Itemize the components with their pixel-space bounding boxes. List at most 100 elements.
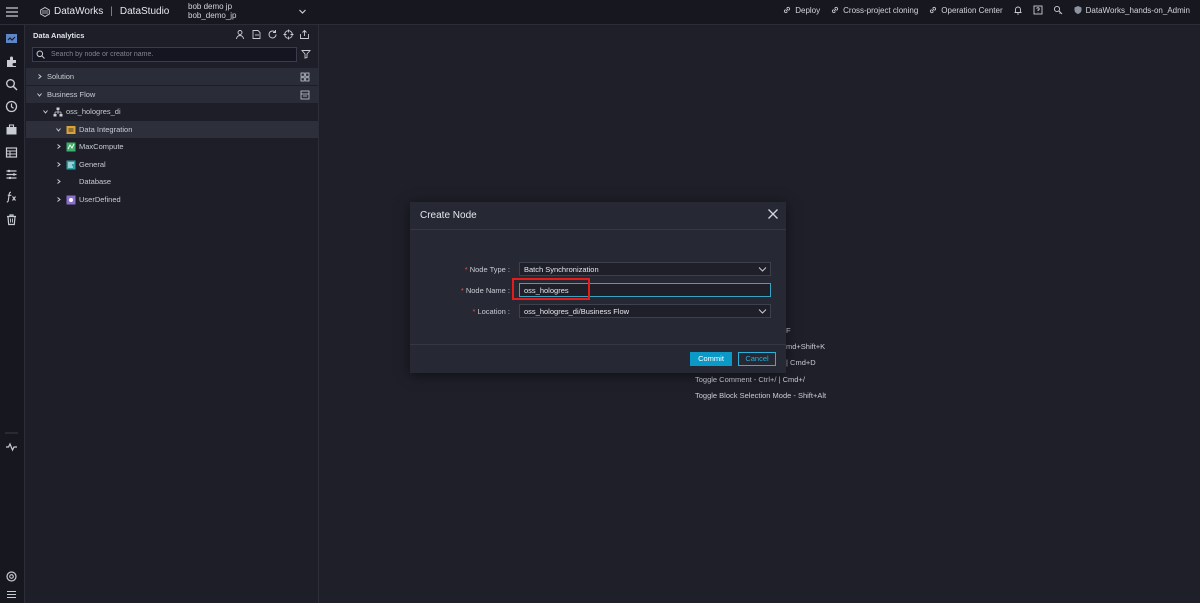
filter-icon[interactable] — [301, 49, 311, 59]
deploy-link[interactable]: Deploy — [782, 5, 820, 15]
shield-icon — [1074, 6, 1082, 14]
link-icon — [784, 6, 791, 14]
close-icon[interactable] — [767, 208, 779, 220]
tree-item-general[interactable]: General — [26, 156, 318, 173]
help-icon[interactable] — [1033, 5, 1043, 15]
brand-name: DataWorks — [54, 6, 104, 17]
clock-icon[interactable] — [5, 100, 18, 113]
dialog-title: Create Node — [420, 210, 477, 221]
tree-item-data-integration[interactable]: Data Integration — [26, 121, 318, 138]
locate-icon[interactable] — [283, 29, 294, 40]
search-input[interactable] — [51, 48, 291, 61]
tree-item-business-flow[interactable]: Business Flow — [26, 86, 318, 103]
panel-toolbar — [235, 29, 310, 40]
tree-item-label: Database — [79, 177, 112, 186]
search-icon[interactable] — [5, 78, 18, 91]
required-mark: * — [472, 307, 476, 316]
required-mark: * — [460, 286, 464, 295]
node-type-value: Batch Synchronization — [524, 265, 599, 274]
tree-item-workflow[interactable]: oss_hologres_di — [26, 103, 318, 120]
top-nav: Deploy Cross-project cloning Operation C… — [782, 5, 1190, 15]
puzzle-icon[interactable] — [5, 55, 18, 68]
node-type-select[interactable]: Batch Synchronization — [519, 262, 771, 276]
userdefined-icon — [66, 195, 76, 204]
trash-icon[interactable] — [5, 213, 18, 226]
grid-icon[interactable] — [300, 72, 310, 82]
list-icon[interactable] — [300, 90, 310, 100]
tree-item-solution[interactable]: Solution — [26, 68, 318, 85]
data-analytics-icon[interactable] — [5, 32, 18, 45]
deploy-label: Deploy — [795, 5, 821, 15]
node-type-label: * Node Type : — [410, 265, 510, 274]
list-settings-icon[interactable] — [5, 168, 18, 181]
workspace-selector[interactable]: bob demo jp bob_demo_jp — [188, 2, 236, 20]
cancel-button[interactable]: Cancel — [738, 352, 776, 366]
user-menu[interactable]: DataWorks_hands-on_Admin — [1073, 5, 1190, 15]
brand[interactable]: DataWorks | DataStudio — [40, 6, 169, 17]
bell-icon[interactable] — [1013, 5, 1023, 15]
pulse-icon[interactable] — [5, 440, 18, 453]
collapse-menu-icon[interactable] — [5, 588, 18, 601]
search-icon — [36, 50, 45, 59]
tree-item-database[interactable]: Database — [26, 173, 318, 190]
dialog-divider — [410, 344, 786, 345]
shortcut-hint: F — [786, 326, 791, 335]
tree-item-label: General — [79, 160, 106, 169]
chevron-right-icon[interactable] — [55, 161, 62, 168]
menu-icon[interactable] — [5, 5, 19, 19]
location-value: oss_hologres_di/Business Flow — [524, 307, 630, 316]
cross-project-label: Cross-project cloning — [843, 5, 919, 15]
function-icon[interactable] — [5, 190, 18, 203]
required-mark: * — [464, 265, 468, 274]
link-icon — [832, 6, 839, 14]
import-icon[interactable] — [251, 29, 262, 40]
tree-item-label: Solution — [47, 72, 75, 81]
tree-item-userdefined[interactable]: UserDefined — [26, 191, 318, 208]
tree-item-label: Business Flow — [47, 90, 96, 99]
chevron-down-icon[interactable] — [298, 7, 307, 16]
left-rail — [0, 25, 25, 603]
chevron-down-icon[interactable] — [42, 108, 49, 115]
user-filter-icon[interactable] — [235, 29, 246, 40]
chevron-right-icon[interactable] — [55, 196, 62, 203]
chevron-right-icon[interactable] — [55, 143, 62, 150]
annotation-highlight-box — [512, 278, 590, 300]
operation-center-label: Operation Center — [941, 5, 1003, 15]
chevron-down-icon[interactable] — [55, 126, 62, 133]
key-search-icon[interactable] — [1053, 5, 1063, 15]
node-name-label: * Node Name : — [410, 286, 510, 295]
search-box — [32, 47, 297, 62]
chevron-right-icon[interactable] — [55, 178, 62, 185]
tree-item-maxcompute[interactable]: MaxCompute — [26, 138, 318, 155]
table-icon[interactable] — [5, 146, 18, 159]
top-bar: DataWorks | DataStudio bob demo jp bob_d… — [0, 0, 1200, 25]
chevron-down-icon — [758, 309, 767, 314]
shortcut-hint: md+Shift+K — [786, 342, 826, 351]
data-integration-icon — [66, 125, 76, 134]
briefcase-icon[interactable] — [5, 123, 18, 136]
link-icon — [930, 6, 937, 14]
export-icon[interactable] — [299, 29, 310, 40]
location-label: * Location : — [410, 307, 510, 316]
chevron-down-icon[interactable] — [36, 91, 43, 98]
dataworks-logo-icon — [40, 6, 50, 17]
general-icon — [66, 160, 76, 169]
tree-item-label: Data Integration — [79, 125, 133, 134]
tree-item-label: oss_hologres_di — [66, 107, 121, 116]
label-text: Location : — [477, 307, 510, 316]
shortcut-hint: | Cmd+D — [786, 358, 816, 367]
cross-project-link[interactable]: Cross-project cloning — [830, 5, 918, 15]
create-node-dialog: Create Node * Node Type : Batch Synchroni… — [410, 202, 786, 373]
refresh-icon[interactable] — [267, 29, 278, 40]
label-text: Node Name : — [465, 286, 510, 295]
workspace-id: bob_demo_jp — [188, 11, 237, 20]
commit-button[interactable]: Commit — [690, 352, 732, 366]
operation-center-link[interactable]: Operation Center — [928, 5, 1003, 15]
location-select[interactable]: oss_hologres_di/Business Flow — [519, 304, 771, 318]
chevron-right-icon[interactable] — [36, 73, 43, 80]
shortcut-hint: Toggle Block Selection Mode - Shift+Alt — [695, 391, 827, 400]
settings-icon[interactable] — [5, 570, 18, 583]
user-name: DataWorks_hands-on_Admin — [1085, 5, 1190, 15]
workspace-display-name: bob demo jp — [188, 2, 233, 11]
brand-separator: | — [110, 6, 113, 17]
